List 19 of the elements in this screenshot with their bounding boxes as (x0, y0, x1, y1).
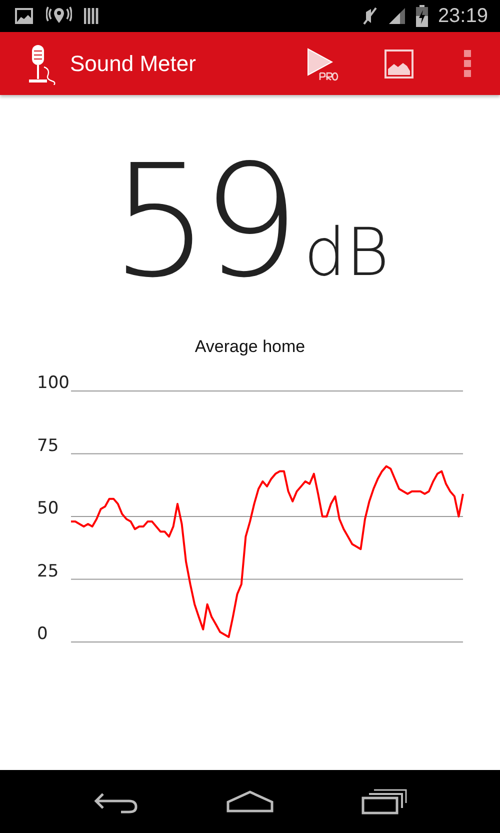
decibel-unit: dB (304, 214, 390, 291)
mute-icon (362, 6, 378, 26)
battery-icon (416, 5, 428, 27)
image-icon[interactable] (384, 48, 414, 78)
axis-tick-label: 100 (37, 373, 70, 393)
play-pro-icon[interactable] (306, 46, 340, 80)
barcode-icon (84, 6, 100, 26)
recent-apps-icon[interactable] (360, 788, 407, 814)
image-icon (14, 6, 34, 26)
home-icon[interactable] (226, 790, 274, 814)
axis-tick-label: 75 (37, 436, 59, 456)
axis-tick-label: 25 (37, 561, 59, 582)
decibel-value: 59 (110, 137, 292, 307)
chart-title: Average home (194, 337, 306, 357)
signal-icon (388, 6, 406, 26)
status-time: 23:19 (438, 4, 488, 28)
axis-tick-label: 0 (37, 624, 48, 644)
axis-tick-label: 50 (37, 498, 59, 518)
app-title: Sound Meter (70, 50, 196, 76)
